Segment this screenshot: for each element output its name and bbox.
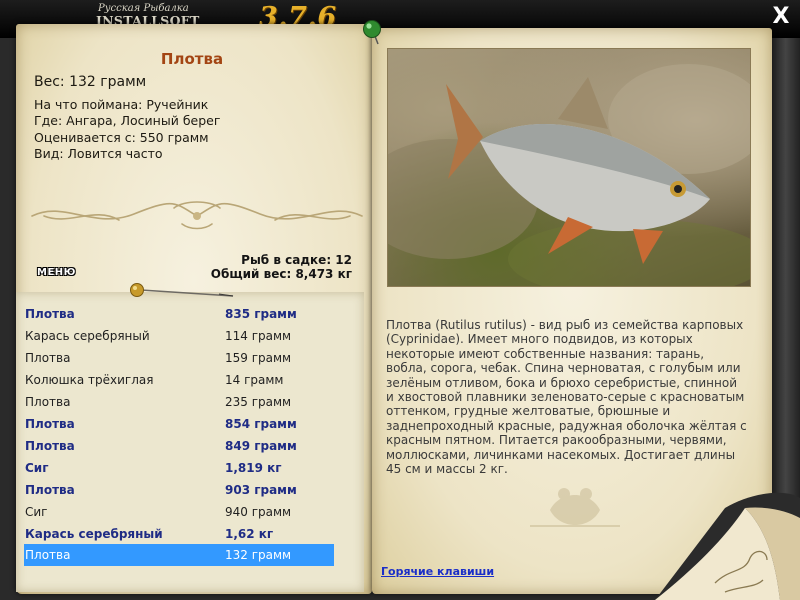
catch-valuation: Оценивается с: 550 грамм (34, 129, 209, 145)
menu-button[interactable]: МЕНЮ (33, 266, 80, 279)
catch-weight: Вес: 132 грамм (34, 74, 147, 90)
catch-stats: Рыб в садке: 12 Общий вес: 8,473 кг (211, 253, 352, 281)
list-item[interactable]: Сиг 940 грамм (24, 501, 334, 523)
catch-location: Где: Ангара, Лосиный берег (34, 113, 221, 129)
list-item-weight: 159 грамм (225, 351, 292, 365)
fish-logo-icon (530, 488, 620, 527)
list-item-weight: 14 грамм (225, 373, 284, 387)
list-item-weight: 114 грамм (225, 329, 292, 343)
list-item-weight: 235 грамм (225, 395, 292, 409)
list-item-weight: 940 грамм (225, 505, 292, 519)
hotkeys-link[interactable]: Горячие клавиши (381, 565, 494, 578)
green-pin-icon (363, 20, 381, 45)
list-item-name: Плотва (25, 417, 75, 431)
list-item[interactable]: Плотва 903 грамм (24, 479, 334, 501)
list-item[interactable]: Плотва 854 грамм (24, 413, 334, 435)
list-item-name: Плотва (25, 439, 75, 453)
catch-bait: На что поймана: Ручейник (34, 97, 209, 112)
catch-fish-name: Плотва (160, 50, 224, 68)
list-item-name: Карась серебряный (25, 329, 150, 343)
catch-details: На что поймана: Ручейник Где: Ангара, Ло… (34, 97, 220, 162)
list-item-weight: 835 грамм (225, 307, 297, 321)
list-item[interactable]: Плотва 235 грамм (24, 391, 334, 413)
page-curl-decoration (655, 492, 800, 600)
list-item[interactable]: Карась серебряный 114 грамм (24, 325, 334, 347)
list-item-name: Плотва (25, 548, 71, 562)
list-item-weight: 854 грамм (225, 417, 297, 431)
list-item-name: Плотва (25, 483, 75, 497)
list-item[interactable]: Колюшка трёхиглая 14 грамм (24, 369, 334, 391)
list-item-weight: 849 грамм (225, 439, 297, 453)
list-item-name: Плотва (25, 395, 71, 409)
list-item[interactable]: Плотва 159 грамм (24, 347, 334, 369)
fish-illustration (388, 64, 750, 286)
list-item-weight: 1,819 кг (225, 461, 282, 475)
list-item-weight: 132 грамм (225, 548, 292, 562)
list-item-name: Колюшка трёхиглая (25, 373, 154, 387)
list-item-weight: 903 грамм (225, 483, 297, 497)
list-item-selected[interactable]: Плотва 132 грамм (24, 544, 334, 566)
list-item-name: Сиг (25, 461, 49, 475)
list-item-name: Плотва (25, 351, 71, 365)
fish-count: Рыб в садке: 12 (241, 253, 352, 267)
list-item[interactable]: Сиг 1,819 кг (24, 457, 334, 479)
fish-list: Плотва 835 грамм Карась серебряный 114 г… (16, 292, 364, 592)
list-item-name: Сиг (25, 505, 48, 519)
decorative-ornament (31, 201, 363, 230)
list-item-name: Плотва (25, 307, 75, 321)
close-button[interactable]: X (770, 5, 792, 29)
catch-frequency: Вид: Ловится часто (34, 145, 163, 161)
fish-photo (387, 48, 751, 287)
list-item[interactable]: Карась серебряный 1,62 кг (24, 523, 334, 545)
pin-icon (130, 283, 234, 297)
list-item[interactable]: Плотва 835 грамм (24, 303, 334, 325)
list-item-name: Карась серебряный (25, 527, 163, 541)
fish-description: Плотва (Rutilus rutilus) - вид рыб из се… (386, 318, 747, 477)
list-item-weight: 1,62 кг (225, 527, 274, 541)
list-item[interactable]: Плотва 849 грамм (24, 435, 334, 457)
